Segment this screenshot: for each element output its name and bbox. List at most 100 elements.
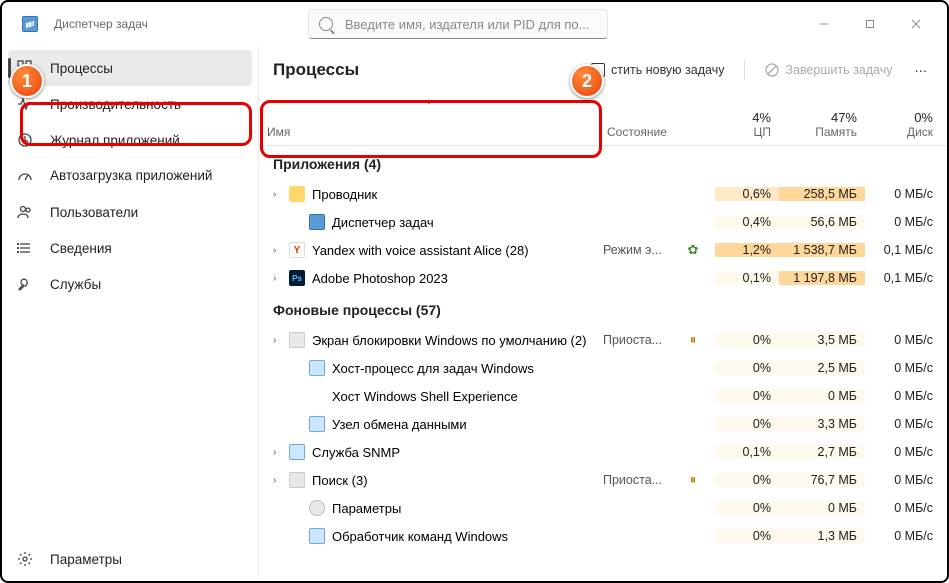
more-button[interactable]: ⋯ <box>909 54 934 86</box>
sidebar-item-startup[interactable]: Автозагрузка приложений <box>8 158 252 194</box>
suspended-icon: ⏸ <box>685 332 701 348</box>
expand-icon[interactable]: › <box>273 447 282 458</box>
gear-icon <box>309 500 325 516</box>
process-cpu: 0% <box>715 473 779 487</box>
process-name-cell: ›Узел обмена данными <box>259 416 599 432</box>
sidebar: Процессы Производительность Журнал прило… <box>2 46 258 581</box>
process-name-cell: ›Обработчик команд Windows <box>259 528 599 544</box>
search-placeholder: Введите имя, издателя или PID для по... <box>345 17 590 32</box>
window-icon <box>289 444 305 460</box>
sidebar-item-details[interactable]: Сведения <box>8 230 252 266</box>
process-disk: 0 МБ/с <box>865 445 941 459</box>
process-name: Служба SNMP <box>312 445 400 460</box>
process-name-cell: ›Хост-процесс для задач Windows <box>259 360 599 376</box>
process-row[interactable]: ›Хост Windows Shell Experience0%0 МБ0 МБ… <box>259 382 947 410</box>
app-title: Диспетчер задач <box>54 17 148 31</box>
header-memory[interactable]: 47%Память <box>779 94 865 145</box>
process-cpu: 0,1% <box>715 271 779 285</box>
process-status: Приоста... <box>599 333 685 347</box>
process-row[interactable]: ›Поиск (3)Приоста...⏸0%76,7 МБ0 МБ/с <box>259 466 947 494</box>
sidebar-label: Автозагрузка приложений <box>50 168 212 184</box>
gear-icon <box>16 550 34 568</box>
expand-icon[interactable]: › <box>273 189 282 200</box>
wrench-icon <box>16 275 34 293</box>
process-disk: 0,1 МБ/с <box>865 243 941 257</box>
maximize-button[interactable] <box>847 9 893 39</box>
window-icon <box>309 360 325 376</box>
column-headers[interactable]: ⌄ Имя Состояние 4%ЦП 47%Память 0%Диск <box>259 94 947 146</box>
process-mem: 0 МБ <box>779 501 865 515</box>
sidebar-label: Производительность <box>50 97 181 112</box>
process-row[interactable]: ›Экран блокировки Windows по умолчанию (… <box>259 326 947 354</box>
process-disk: 0 МБ/с <box>865 333 941 347</box>
sidebar-item-processes[interactable]: Процессы <box>8 50 252 86</box>
header-name[interactable]: ⌄ Имя <box>259 94 599 145</box>
process-mem: 0 МБ <box>779 389 865 403</box>
sidebar-item-performance[interactable]: Производительность <box>8 86 252 122</box>
titlebar: Диспетчер задач Введите имя, издателя ил… <box>2 2 947 46</box>
window-icon <box>309 416 325 432</box>
process-row[interactable]: ›Хост-процесс для задач Windows0%2,5 МБ0… <box>259 354 947 382</box>
sidebar-item-app-history[interactable]: Журнал приложений <box>8 122 252 158</box>
process-cpu: 0,1% <box>715 445 779 459</box>
process-list[interactable]: Приложения (4)›Проводник0,6%258,5 МБ0 МБ… <box>259 146 947 581</box>
list-icon <box>16 239 34 257</box>
app-icon <box>22 16 38 32</box>
process-mem: 3,5 МБ <box>779 333 865 347</box>
process-row[interactable]: ›Обработчик команд Windows0%1,3 МБ0 МБ/с <box>259 522 947 550</box>
search-icon <box>319 17 333 31</box>
search-input[interactable]: Введите имя, издателя или PID для по... <box>308 9 608 39</box>
expand-icon[interactable]: › <box>273 475 282 486</box>
process-row[interactable]: ›Проводник0,6%258,5 МБ0 МБ/с <box>259 180 947 208</box>
process-row[interactable]: ›YYandex with voice assistant Alice (28)… <box>259 236 947 264</box>
process-disk: 0 МБ/с <box>865 417 941 431</box>
toolbar: Процессы стить новую задачу Завершить за… <box>259 46 947 94</box>
process-mem: 2,5 МБ <box>779 361 865 375</box>
close-button[interactable] <box>893 9 939 39</box>
end-task-button[interactable]: Завершить задачу <box>755 54 902 86</box>
process-mem: 3,3 МБ <box>779 417 865 431</box>
minimize-button[interactable] <box>801 9 847 39</box>
process-name: Хост-процесс для задач Windows <box>332 361 534 376</box>
expand-icon[interactable]: › <box>273 335 282 346</box>
folder-icon <box>289 186 305 202</box>
users-icon <box>16 203 34 221</box>
process-name: Поиск (3) <box>312 473 368 488</box>
process-row[interactable]: ›Узел обмена данными0%3,3 МБ0 МБ/с <box>259 410 947 438</box>
process-disk: 0 МБ/с <box>865 529 941 543</box>
process-name-cell: ›Параметры <box>259 500 599 516</box>
process-row[interactable]: ›Диспетчер задач0,4%56,6 МБ0 МБ/с <box>259 208 947 236</box>
sidebar-item-services[interactable]: Службы <box>8 266 252 302</box>
process-name-cell: ›PsAdobe Photoshop 2023 <box>259 270 599 286</box>
process-name: Хост Windows Shell Experience <box>332 389 518 404</box>
run-new-task-button[interactable]: стить новую задачу <box>581 54 734 86</box>
end-task-label: Завершить задачу <box>785 63 892 77</box>
sidebar-item-users[interactable]: Пользователи <box>8 194 252 230</box>
process-mem: 1 538,7 МБ <box>779 243 865 257</box>
process-name: Узел обмена данными <box>332 417 467 432</box>
process-mem: 1 197,8 МБ <box>779 271 865 285</box>
header-disk[interactable]: 0%Диск <box>865 94 941 145</box>
header-status[interactable]: Состояние <box>599 94 685 145</box>
process-status: Режим э... <box>599 243 685 257</box>
process-disk: 0 МБ/с <box>865 215 941 229</box>
stop-icon <box>765 63 779 77</box>
sidebar-item-settings[interactable]: Параметры <box>8 541 252 577</box>
expand-icon[interactable]: › <box>273 273 282 284</box>
gauge-icon <box>16 167 34 185</box>
sidebar-label: Службы <box>50 277 101 292</box>
sidebar-label: Журнал приложений <box>50 133 180 148</box>
main-content: Процессы стить новую задачу Завершить за… <box>258 46 947 581</box>
process-row[interactable]: ›Параметры0%0 МБ0 МБ/с <box>259 494 947 522</box>
process-disk: 0 МБ/с <box>865 389 941 403</box>
separator <box>744 60 745 80</box>
process-mem: 1,3 МБ <box>779 529 865 543</box>
process-row[interactable]: ›Служба SNMP0,1%2,7 МБ0 МБ/с <box>259 438 947 466</box>
process-row[interactable]: ›PsAdobe Photoshop 20230,1%1 197,8 МБ0,1… <box>259 264 947 292</box>
process-name: Проводник <box>312 187 377 202</box>
history-icon <box>16 131 34 149</box>
expand-icon[interactable]: › <box>273 245 282 256</box>
header-cpu[interactable]: 4%ЦП <box>715 94 779 145</box>
process-name-cell: › Служба SNMP <box>259 444 599 460</box>
process-disk: 0 МБ/с <box>865 473 941 487</box>
